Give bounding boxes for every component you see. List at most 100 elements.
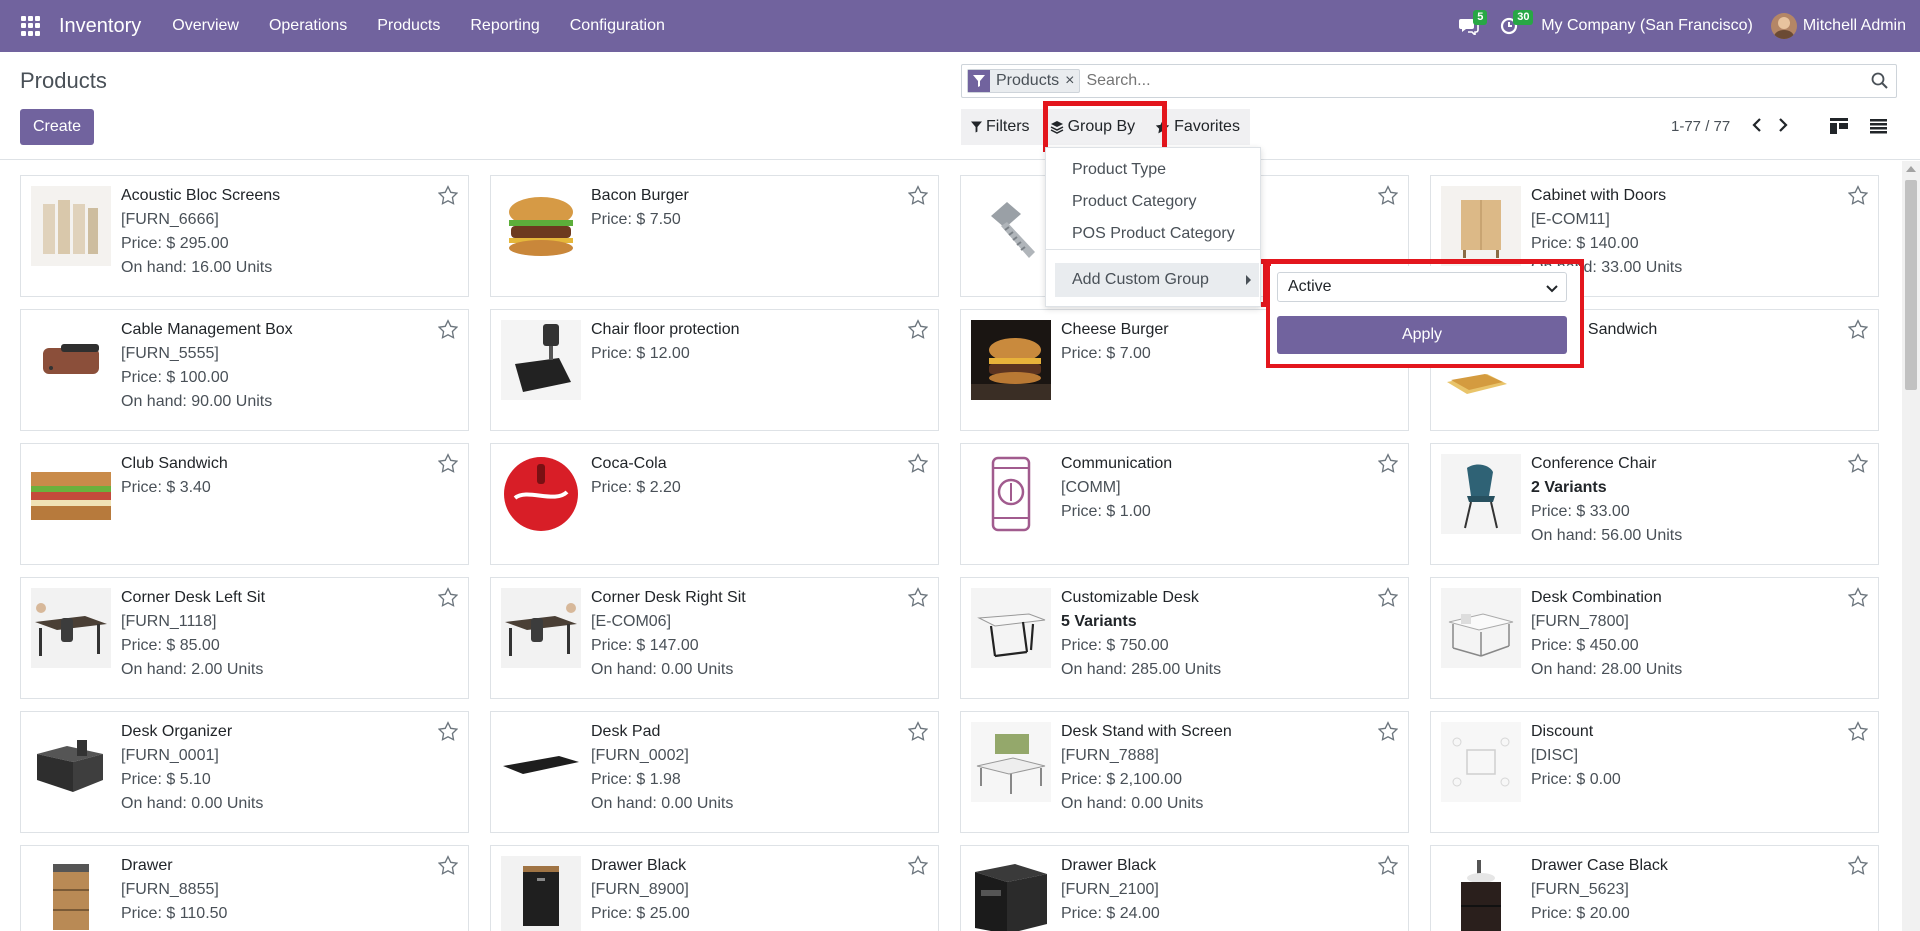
product-image <box>31 186 111 266</box>
product-info: Chair floor protection Price: $ 12.00 <box>591 320 892 364</box>
group-by-pos-product-category[interactable]: POS Product Category <box>1072 225 1235 243</box>
product-card[interactable]: Drawer Case Black [FURN_5623] Price: $ 2… <box>1430 845 1879 931</box>
scrollbar-thumb[interactable] <box>1905 180 1917 390</box>
product-image <box>31 320 111 400</box>
product-price: Price: $ 0.00 <box>1531 771 1621 788</box>
add-custom-group-label: Add Custom Group <box>1072 271 1209 288</box>
product-card[interactable]: Desk Stand with Screen [FURN_7888] Price… <box>960 711 1409 833</box>
product-card[interactable]: Bacon Burger Price: $ 7.50 <box>490 175 939 297</box>
company-switcher[interactable]: My Company (San Francisco) <box>1529 17 1771 35</box>
product-card[interactable]: Customizable Desk 5 Variants Price: $ 75… <box>960 577 1409 699</box>
favorite-star-icon[interactable] <box>437 319 459 344</box>
favorite-star-icon[interactable] <box>437 185 459 210</box>
product-card[interactable]: Desk Organizer [FURN_0001] Price: $ 5.10… <box>20 711 469 833</box>
messages-button[interactable]: 5 <box>1449 0 1489 52</box>
product-card[interactable]: Drawer Black [FURN_8900] Price: $ 25.00 <box>490 845 939 931</box>
product-ref: [FURN_6666] <box>121 211 219 228</box>
product-info: Cabinet with Doors [E-COM11] Price: $ 14… <box>1531 186 1832 278</box>
favorite-star-icon[interactable] <box>1847 855 1869 880</box>
product-card[interactable]: Coca-Cola Price: $ 2.20 <box>490 443 939 565</box>
product-card[interactable]: Drawer [FURN_8855] Price: $ 110.50 <box>20 845 469 931</box>
favorite-star-icon[interactable] <box>1377 855 1399 880</box>
custom-group-selected-value: Active <box>1288 278 1332 295</box>
product-info: Corner Desk Right Sit [E-COM06] Price: $… <box>591 588 892 680</box>
custom-group-field-select[interactable]: Active <box>1277 272 1567 302</box>
favorite-star-icon[interactable] <box>1377 587 1399 612</box>
favorite-star-icon[interactable] <box>1377 185 1399 210</box>
product-card[interactable]: Conference Chair 2 Variants Price: $ 33.… <box>1430 443 1879 565</box>
product-name: Coca-Cola <box>591 455 667 472</box>
favorite-star-icon[interactable] <box>1847 185 1869 210</box>
product-name: Bacon Burger <box>591 187 689 204</box>
favorite-star-icon[interactable] <box>907 587 929 612</box>
product-price: Price: $ 20.00 <box>1531 905 1630 922</box>
add-custom-group-toggle[interactable]: Add Custom Group <box>1055 263 1259 297</box>
product-name: Customizable Desk <box>1061 589 1199 606</box>
group-by-button[interactable]: Group By <box>1039 109 1146 145</box>
menu-operations[interactable]: Operations <box>254 0 362 52</box>
menu-overview[interactable]: Overview <box>157 0 254 52</box>
product-card[interactable]: Chair floor protection Price: $ 12.00 <box>490 309 939 431</box>
product-card[interactable]: Acoustic Bloc Screens [FURN_6666] Price:… <box>20 175 469 297</box>
search-icon[interactable] <box>1871 72 1888 94</box>
product-info: Desk Pad [FURN_0002] Price: $ 1.98 On ha… <box>591 722 892 814</box>
favorites-button[interactable]: Favorites <box>1145 109 1250 145</box>
product-card[interactable]: Corner Desk Left Sit [FURN_1118] Price: … <box>20 577 469 699</box>
systray: 5 30 My Company (San Francisco) Mitchell… <box>1449 0 1920 52</box>
product-price: Price: $ 140.00 <box>1531 235 1639 252</box>
group-by-product-category[interactable]: Product Category <box>1072 193 1197 211</box>
favorite-star-icon[interactable] <box>1377 721 1399 746</box>
product-card[interactable]: Communication [COMM] Price: $ 1.00 <box>960 443 1409 565</box>
product-ref: [E-COM11] <box>1531 211 1610 228</box>
favorite-star-icon[interactable] <box>437 855 459 880</box>
activities-button[interactable]: 30 <box>1489 0 1534 52</box>
group-by-product-type[interactable]: Product Type <box>1072 161 1166 179</box>
favorite-star-icon[interactable] <box>437 453 459 478</box>
product-ref: [COMM] <box>1061 479 1121 496</box>
favorite-star-icon[interactable] <box>437 587 459 612</box>
app-brand[interactable]: Inventory <box>59 15 141 38</box>
scroll-up-icon[interactable] <box>1906 166 1916 172</box>
pager-next-icon[interactable] <box>1773 115 1793 135</box>
pager-previous-icon[interactable] <box>1747 115 1767 135</box>
favorite-star-icon[interactable] <box>907 855 929 880</box>
favorite-star-icon[interactable] <box>1377 453 1399 478</box>
favorite-star-icon[interactable] <box>437 721 459 746</box>
create-button[interactable]: Create <box>20 109 95 145</box>
menu-reporting[interactable]: Reporting <box>455 0 554 52</box>
favorite-star-icon[interactable] <box>907 319 929 344</box>
menu-products[interactable]: Products <box>362 0 455 52</box>
favorite-star-icon[interactable] <box>907 453 929 478</box>
product-card[interactable]: Drawer Black [FURN_2100] Price: $ 24.00 <box>960 845 1409 931</box>
list-view-icon[interactable] <box>1866 115 1890 137</box>
apps-menu-icon[interactable] <box>21 16 41 36</box>
custom-group-panel: Active Apply <box>1270 266 1580 364</box>
product-image <box>501 454 581 534</box>
search-options: Filters Group By Favorites <box>961 109 1250 145</box>
menu-configuration[interactable]: Configuration <box>555 0 680 52</box>
product-kanban: Acoustic Bloc Screens [FURN_6666] Price:… <box>0 161 1902 931</box>
product-name: Desk Stand with Screen <box>1061 723 1232 740</box>
facet-remove-icon[interactable]: × <box>1065 70 1079 92</box>
favorite-star-icon[interactable] <box>907 721 929 746</box>
user-avatar <box>1770 13 1797 39</box>
product-card[interactable]: Corner Desk Right Sit [E-COM06] Price: $… <box>490 577 939 699</box>
favorite-star-icon[interactable] <box>1847 587 1869 612</box>
product-image <box>31 856 111 931</box>
product-card[interactable]: Discount [DISC] Price: $ 0.00 <box>1430 711 1879 833</box>
product-card[interactable]: Desk Pad [FURN_0002] Price: $ 1.98 On ha… <box>490 711 939 833</box>
favorite-star-icon[interactable] <box>907 185 929 210</box>
product-card[interactable]: Club Sandwich Price: $ 3.40 <box>20 443 469 565</box>
kanban-view-icon[interactable] <box>1827 115 1851 137</box>
product-card[interactable]: Desk Combination [FURN_7800] Price: $ 45… <box>1430 577 1879 699</box>
product-card[interactable]: Cable Management Box [FURN_5555] Price: … <box>20 309 469 431</box>
pager-value[interactable]: 1-77 / 77 <box>1671 118 1730 135</box>
user-menu[interactable]: Mitchell Admin <box>1770 13 1920 39</box>
filters-button[interactable]: Filters <box>961 109 1040 145</box>
product-name: Discount <box>1531 723 1594 740</box>
favorite-star-icon[interactable] <box>1847 453 1869 478</box>
favorite-star-icon[interactable] <box>1847 721 1869 746</box>
apply-custom-group-button[interactable]: Apply <box>1277 316 1567 354</box>
favorite-star-icon[interactable] <box>1847 319 1869 344</box>
search-input[interactable] <box>1086 72 1867 90</box>
